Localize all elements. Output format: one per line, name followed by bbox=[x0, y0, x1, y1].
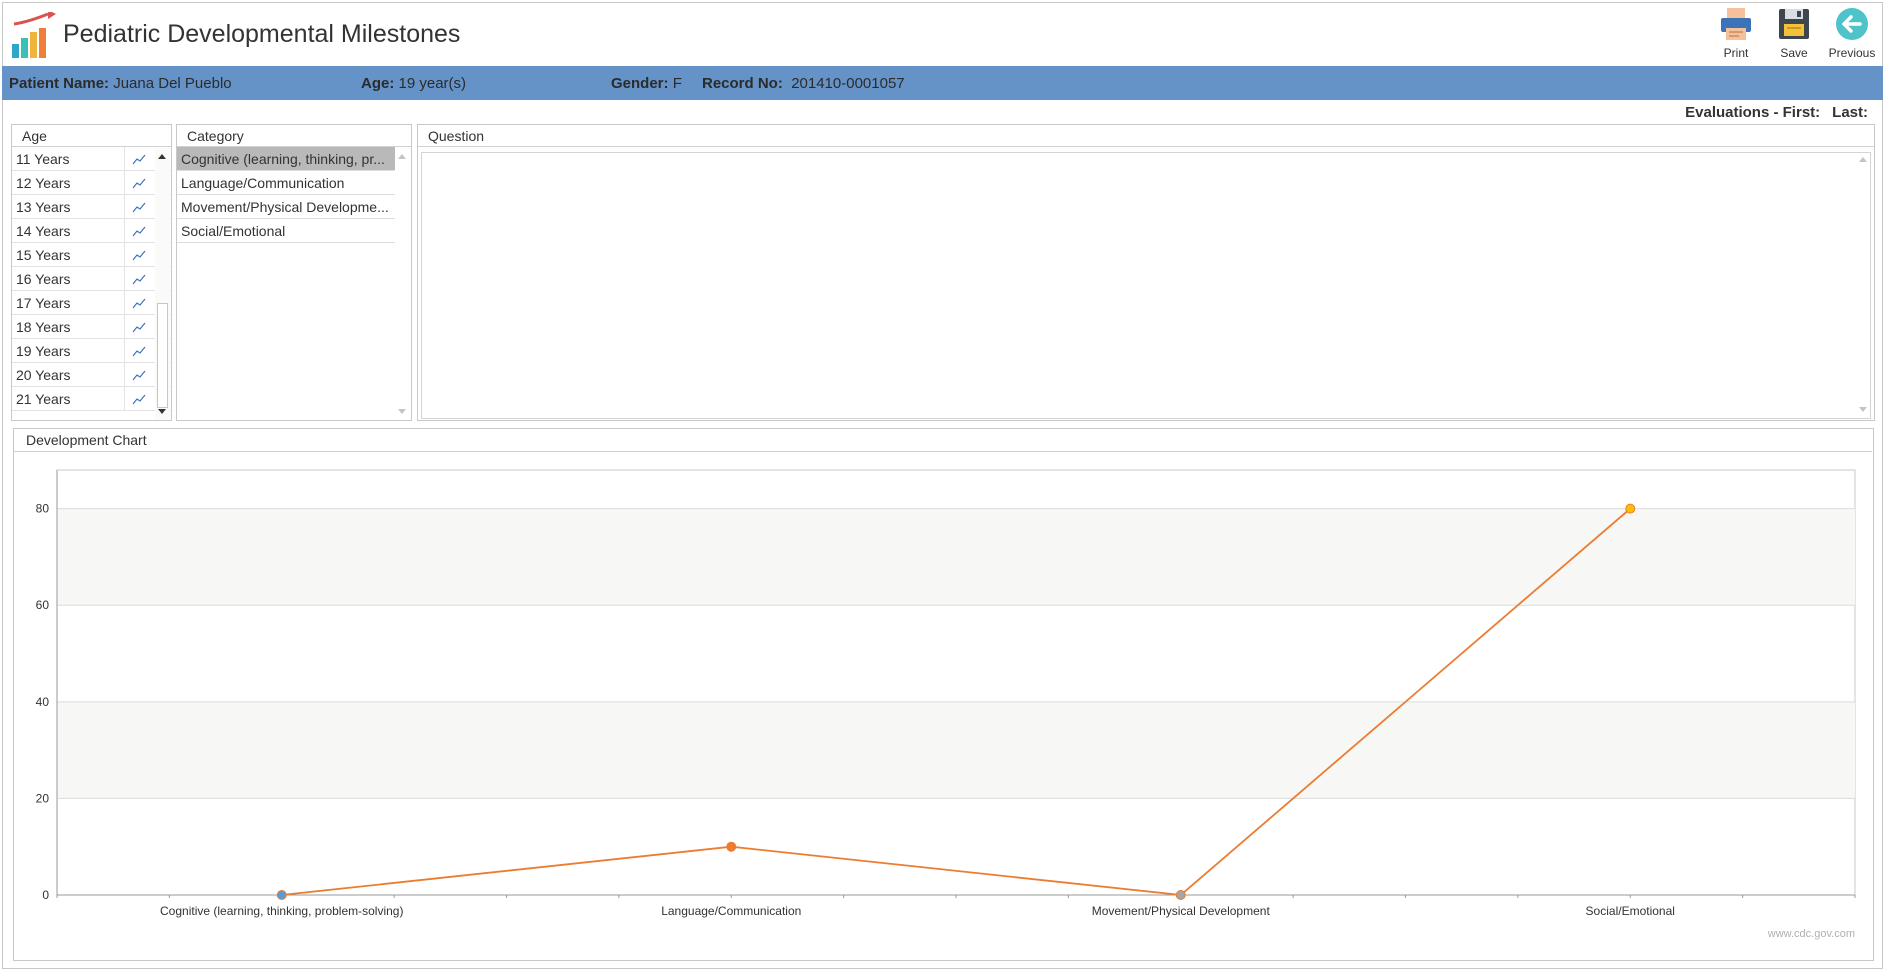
x-tick-label: Social/Emotional bbox=[1586, 904, 1675, 918]
data-point bbox=[276, 890, 287, 900]
development-line-chart: 0 20 40 60 80 Cognitive (learning, thinking, … bbox=[36, 469, 1856, 918]
chart-watermark: www.cdc.gov.com bbox=[1767, 928, 1855, 940]
x-tick-label: Language/Communication bbox=[661, 904, 801, 918]
y-tick-label: 20 bbox=[36, 791, 50, 805]
y-tick-label: 60 bbox=[36, 598, 50, 612]
grid-band bbox=[57, 508, 1855, 606]
x-tick-label: Movement/Physical Development bbox=[1092, 904, 1271, 918]
x-tick-label: Cognitive (learning, thinking, problem-s… bbox=[160, 904, 403, 918]
y-tick-label: 80 bbox=[36, 502, 50, 516]
grid-band bbox=[57, 701, 1855, 799]
y-tick-label: 40 bbox=[36, 695, 50, 709]
data-point bbox=[1625, 503, 1636, 514]
y-tick-label: 0 bbox=[42, 888, 49, 902]
data-point bbox=[726, 841, 737, 852]
data-point bbox=[1175, 890, 1186, 900]
